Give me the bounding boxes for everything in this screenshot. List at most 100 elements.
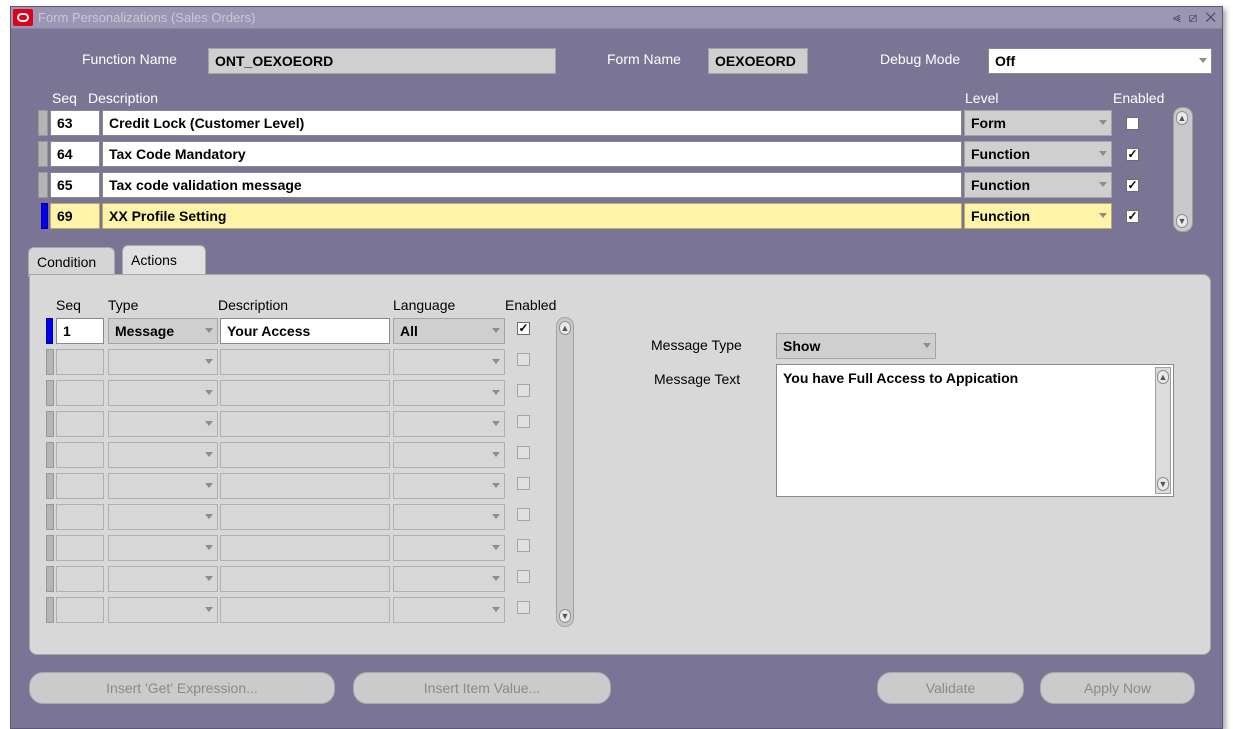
window-controls[interactable]: ⪡ ⧄ ✕ [1173,9,1218,26]
action-language-select[interactable] [393,442,505,468]
record-indicator[interactable] [46,411,54,437]
action-language-select[interactable] [393,504,505,530]
chevron-down-icon[interactable] [205,545,213,550]
chevron-down-icon[interactable] [923,343,931,348]
action-language-select[interactable] [393,349,505,375]
chevron-down-icon[interactable] [492,545,500,550]
record-indicator[interactable] [46,380,54,406]
chevron-down-icon[interactable] [205,514,213,519]
chevron-down-icon[interactable] [1199,58,1207,63]
rule-seq-field[interactable]: 63 [50,110,100,136]
rule-seq-field[interactable]: 65 [50,172,100,198]
insert-get-expression-button[interactable]: Insert 'Get' Expression... [29,672,335,704]
action-enabled-checkbox[interactable] [517,322,530,335]
rule-level-select[interactable]: Function [964,141,1112,167]
actions-scrollbar[interactable]: ▲ ▼ [556,317,574,627]
rule-level-select[interactable]: Function [964,203,1112,229]
action-type-select[interactable] [108,442,218,468]
chevron-down-icon[interactable] [492,452,500,457]
record-indicator[interactable] [46,473,54,499]
scroll-down-icon[interactable]: ▼ [1157,477,1169,491]
rule-enabled-checkbox[interactable] [1126,210,1139,223]
action-description-field[interactable] [220,442,390,468]
action-language-select[interactable] [393,473,505,499]
message-text-area[interactable]: You have Full Access to Appication ▲ ▼ [776,364,1174,497]
action-enabled-checkbox[interactable] [517,601,530,614]
chevron-down-icon[interactable] [1099,213,1107,218]
action-description-field[interactable] [220,535,390,561]
action-type-select[interactable] [108,349,218,375]
chevron-down-icon[interactable] [205,390,213,395]
chevron-down-icon[interactable] [205,359,213,364]
message-type-select[interactable]: Show [776,333,936,359]
rule-enabled-checkbox[interactable] [1126,117,1139,130]
tab-actions[interactable]: Actions [122,245,206,277]
action-seq-field[interactable] [56,473,104,499]
action-enabled-checkbox[interactable] [517,446,530,459]
scroll-up-icon[interactable]: ▲ [559,321,571,335]
action-type-select[interactable] [108,535,218,561]
action-enabled-checkbox[interactable] [517,384,530,397]
action-enabled-checkbox[interactable] [517,570,530,583]
action-enabled-checkbox[interactable] [517,353,530,366]
rules-scrollbar[interactable]: ▲ ▼ [1173,107,1193,232]
scroll-down-icon[interactable]: ▼ [1176,214,1188,228]
rule-seq-field[interactable]: 69 [50,203,100,229]
action-description-field[interactable] [220,597,390,623]
message-text-scrollbar[interactable]: ▲ ▼ [1155,367,1171,494]
record-indicator[interactable] [46,442,54,468]
record-indicator[interactable] [38,141,48,167]
rule-enabled-checkbox[interactable] [1126,148,1139,161]
action-description-field[interactable] [220,349,390,375]
form-name-field[interactable]: OEXOEORD [708,48,808,74]
rule-description-field[interactable]: Credit Lock (Customer Level) [102,110,962,136]
chevron-down-icon[interactable] [1099,151,1107,156]
rule-description-field[interactable]: XX Profile Setting [102,203,962,229]
rule-level-select[interactable]: Function [964,172,1112,198]
scroll-up-icon[interactable]: ▲ [1176,111,1188,125]
chevron-down-icon[interactable] [205,483,213,488]
action-language-select[interactable] [393,411,505,437]
chevron-down-icon[interactable] [205,421,213,426]
chevron-down-icon[interactable] [492,483,500,488]
action-type-select[interactable] [108,380,218,406]
action-enabled-checkbox[interactable] [517,539,530,552]
chevron-down-icon[interactable] [1099,182,1107,187]
action-seq-field[interactable] [56,597,104,623]
tab-condition[interactable]: Condition [28,247,115,277]
action-enabled-checkbox[interactable] [517,415,530,428]
chevron-down-icon[interactable] [492,514,500,519]
action-seq-field[interactable]: 1 [56,318,104,344]
action-seq-field[interactable] [56,535,104,561]
record-indicator[interactable] [46,535,54,561]
record-indicator[interactable] [38,172,48,198]
chevron-down-icon[interactable] [1099,120,1107,125]
action-description-field[interactable] [220,411,390,437]
record-indicator[interactable] [46,566,54,592]
action-description-field[interactable] [220,380,390,406]
action-seq-field[interactable] [56,411,104,437]
record-indicator[interactable] [46,349,54,375]
action-language-select[interactable] [393,535,505,561]
function-name-field[interactable]: ONT_OEXOEORD [208,48,556,74]
action-description-field[interactable] [220,504,390,530]
action-seq-field[interactable] [56,349,104,375]
rule-description-field[interactable]: Tax code validation message [102,172,962,198]
current-record-indicator[interactable] [41,203,48,229]
action-enabled-checkbox[interactable] [517,508,530,521]
scroll-up-icon[interactable]: ▲ [1157,370,1169,384]
chevron-down-icon[interactable] [492,359,500,364]
action-description-field[interactable]: Your Access [220,318,390,344]
action-seq-field[interactable] [56,566,104,592]
record-indicator[interactable] [46,597,54,623]
action-description-field[interactable] [220,566,390,592]
rule-seq-field[interactable]: 64 [50,141,100,167]
action-type-select[interactable] [108,597,218,623]
chevron-down-icon[interactable] [205,607,213,612]
chevron-down-icon[interactable] [492,390,500,395]
rule-level-select[interactable]: Form [964,110,1112,136]
current-record-indicator[interactable] [46,318,53,344]
chevron-down-icon[interactable] [492,607,500,612]
debug-mode-select[interactable]: Off [988,48,1212,74]
rule-description-field[interactable]: Tax Code Mandatory [102,141,962,167]
